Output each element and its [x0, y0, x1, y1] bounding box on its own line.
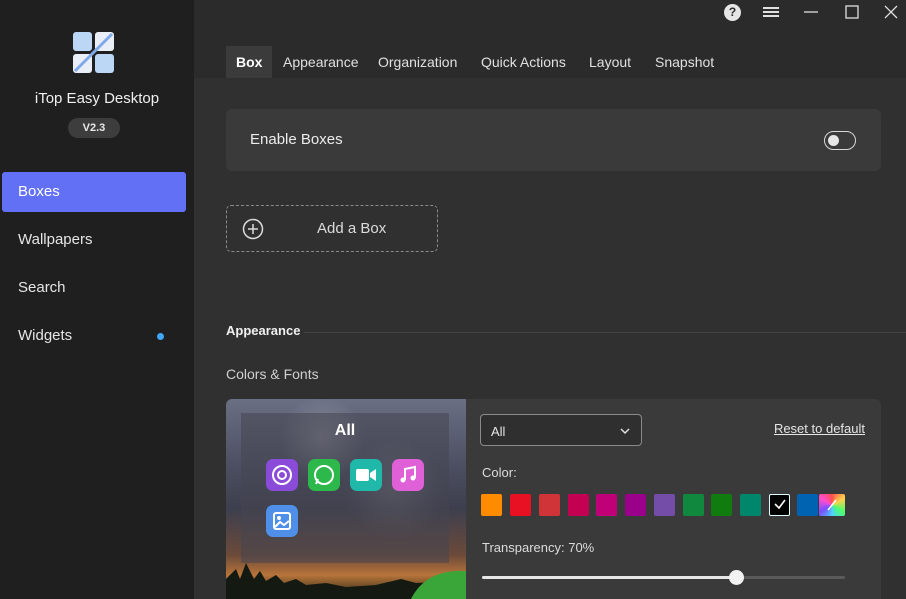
- tab-quick-actions[interactable]: Quick Actions: [471, 46, 576, 78]
- sidebar-item-label: Widgets: [18, 327, 73, 344]
- facetime-icon: [350, 459, 382, 491]
- sidebar-item-widgets[interactable]: Widgets: [2, 316, 186, 356]
- app-logo-icon: [73, 32, 114, 73]
- color-swatch-magenta[interactable]: [596, 494, 617, 516]
- tab-appearance[interactable]: Appearance: [273, 46, 369, 78]
- appearance-card: All All Reset to default Color: Transpar…: [226, 399, 881, 599]
- sidebar-item-label: Wallpapers: [18, 231, 93, 248]
- add-box-button[interactable]: Add a Box: [226, 205, 438, 252]
- enable-boxes-label: Enable Boxes: [250, 131, 343, 148]
- color-swatch-teal[interactable]: [740, 494, 761, 516]
- colors-fonts-subtitle: Colors & Fonts: [226, 366, 319, 382]
- color-swatch-orange[interactable]: [481, 494, 502, 516]
- help-icon[interactable]: ?: [724, 4, 741, 21]
- sidebar-item-search[interactable]: Search: [2, 268, 186, 308]
- tab-bar: Box Appearance Organization Quick Action…: [194, 46, 906, 78]
- toggle-knob: [828, 134, 839, 146]
- chrome-icon: [266, 459, 298, 491]
- box-select-value: All: [491, 424, 506, 439]
- app-name: iTop Easy Desktop: [34, 90, 160, 107]
- color-label: Color:: [482, 465, 517, 480]
- maximize-icon[interactable]: [845, 5, 859, 19]
- color-swatch-dark-green[interactable]: [711, 494, 732, 516]
- sidebar-nav: Boxes Wallpapers Search Widgets: [0, 172, 194, 364]
- chevron-down-icon: [620, 428, 630, 435]
- new-badge-dot: [157, 333, 164, 340]
- preview-box: All: [241, 413, 449, 563]
- photos-icon: [266, 505, 298, 537]
- reset-to-default-link[interactable]: Reset to default: [774, 421, 865, 436]
- color-swatch-black[interactable]: [769, 494, 790, 516]
- menu-icon[interactable]: [762, 5, 780, 19]
- color-swatch-green[interactable]: [683, 494, 704, 516]
- version-badge: V2.3: [68, 118, 120, 138]
- slider-thumb[interactable]: [729, 570, 744, 585]
- main-content: Enable Boxes Add a Box Appearance Colors…: [194, 78, 906, 599]
- tab-box[interactable]: Box: [226, 46, 273, 78]
- add-box-label: Add a Box: [317, 220, 387, 237]
- color-swatch-violet[interactable]: [654, 494, 675, 516]
- sidebar-item-boxes[interactable]: Boxes: [2, 172, 186, 212]
- sidebar-item-label: Search: [18, 279, 66, 296]
- slider-fill: [482, 576, 736, 579]
- tab-organization[interactable]: Organization: [368, 46, 467, 78]
- minimize-icon[interactable]: [803, 5, 819, 19]
- whatsapp-icon: [308, 459, 340, 491]
- color-swatch-brick[interactable]: [539, 494, 560, 516]
- transparency-label: Transparency: 70%: [482, 540, 595, 555]
- tab-snapshot[interactable]: Snapshot: [645, 46, 724, 78]
- section-divider: [304, 332, 906, 333]
- checkmark-icon: [774, 499, 786, 510]
- sidebar: iTop Easy Desktop V2.3 Boxes Wallpapers …: [0, 0, 194, 599]
- color-swatch-blue[interactable]: [797, 494, 818, 516]
- box-select-dropdown[interactable]: All: [480, 414, 642, 446]
- preview-box-title: All: [334, 422, 356, 439]
- music-icon: [392, 459, 424, 491]
- box-preview: All: [226, 399, 466, 599]
- enable-boxes-toggle[interactable]: [824, 131, 856, 150]
- sidebar-item-label: Boxes: [18, 183, 60, 200]
- transparency-slider[interactable]: [482, 570, 845, 585]
- enable-boxes-card: Enable Boxes: [226, 109, 881, 171]
- appearance-section-title: Appearance: [226, 323, 301, 338]
- preview-landscape: [226, 563, 466, 599]
- color-swatch-purple[interactable]: [625, 494, 646, 516]
- sidebar-item-wallpapers[interactable]: Wallpapers: [2, 220, 186, 260]
- custom-color-picker-icon[interactable]: [819, 494, 845, 516]
- color-swatch-red[interactable]: [510, 494, 531, 516]
- tab-layout[interactable]: Layout: [579, 46, 641, 78]
- plus-circle-icon: [242, 218, 264, 240]
- color-swatch-crimson[interactable]: [568, 494, 589, 516]
- close-icon[interactable]: [884, 5, 898, 19]
